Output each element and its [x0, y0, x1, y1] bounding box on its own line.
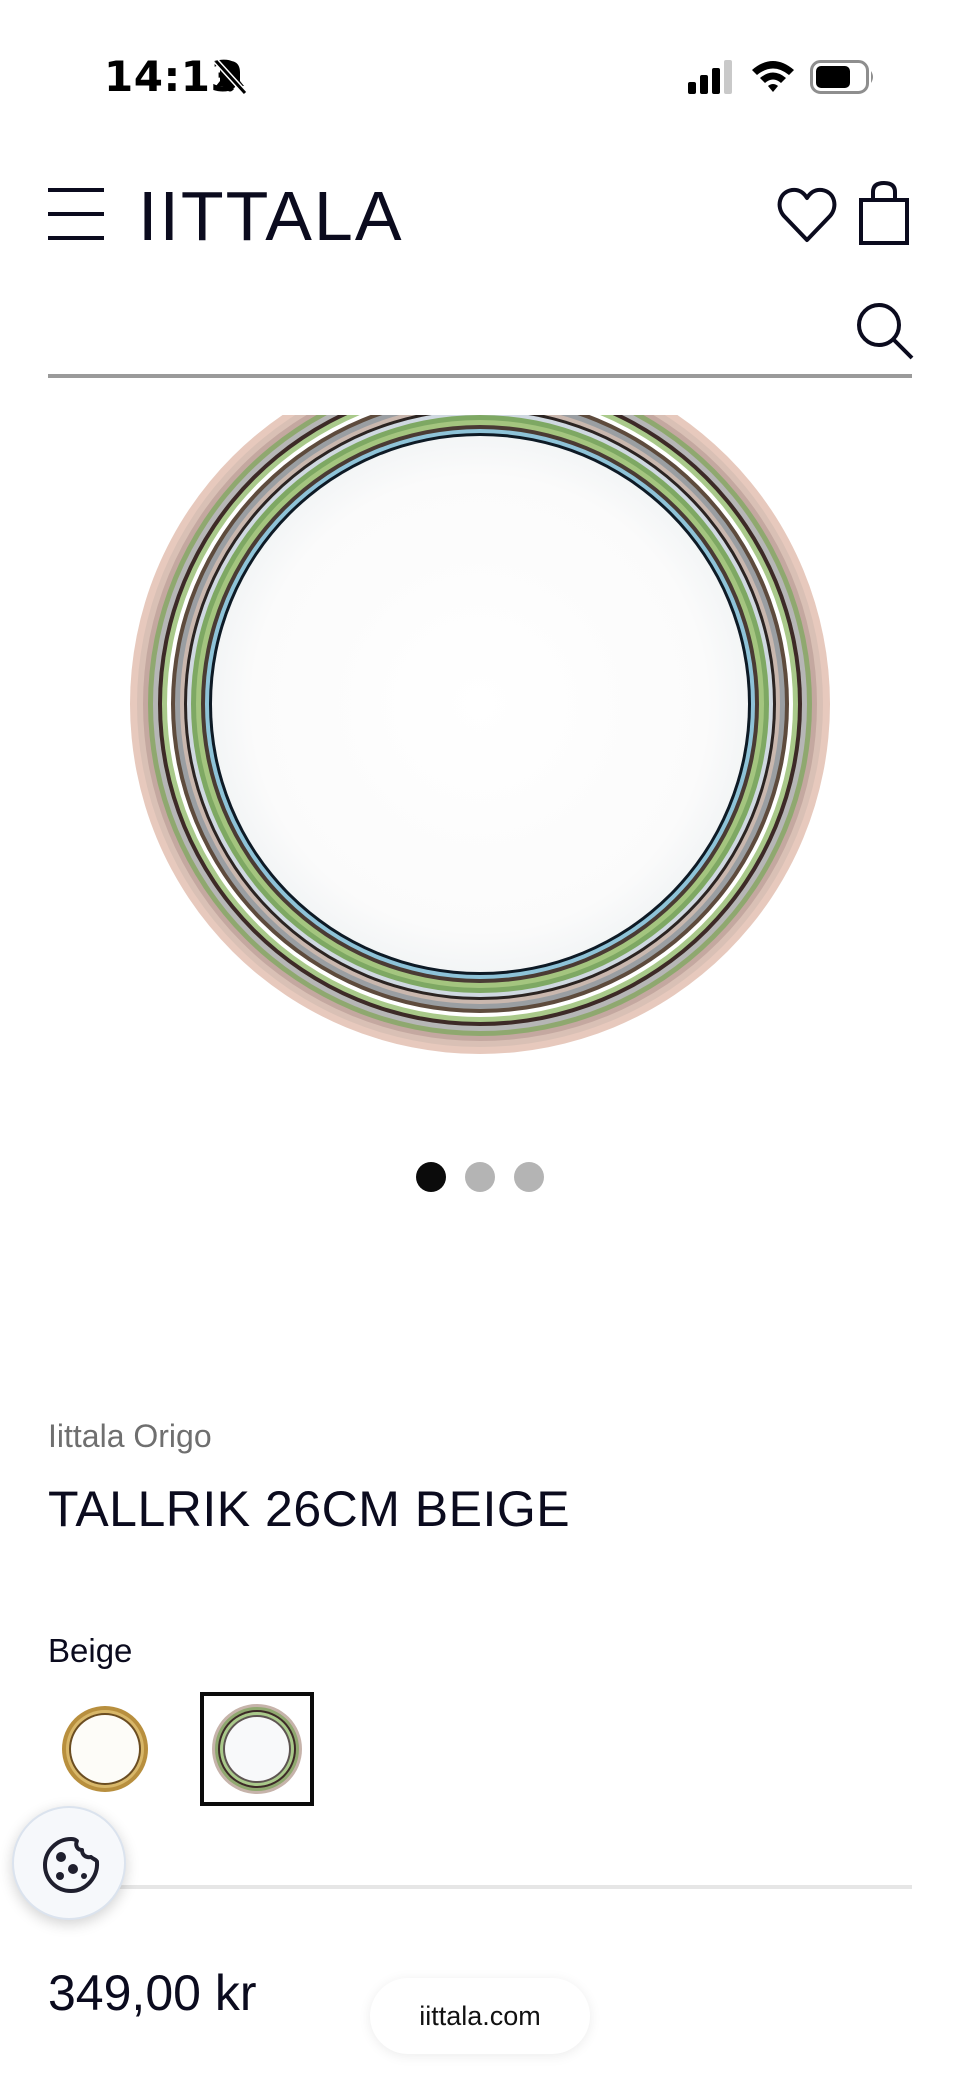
wifi-icon [752, 61, 794, 92]
swatch-plate-beige-image [212, 1704, 302, 1794]
cookie-settings-button[interactable] [12, 1806, 126, 1920]
cookie-icon [43, 1837, 100, 1893]
product-image [130, 415, 830, 1054]
heart-icon[interactable] [776, 186, 838, 244]
shopping-bag-icon[interactable] [858, 180, 910, 246]
status-bar: 14:13 [0, 0, 960, 140]
search-bar [48, 290, 914, 378]
search-input[interactable] [48, 290, 838, 370]
hamburger-menu-icon[interactable] [46, 186, 106, 242]
search-icon[interactable] [854, 300, 916, 362]
carousel-dot-1[interactable] [416, 1162, 446, 1192]
cellular-signal-icon [688, 60, 732, 94]
divider [48, 1885, 912, 1889]
browser-url-pill[interactable]: iittala.com [370, 1978, 590, 2054]
swatch-plate-gold-image [62, 1706, 148, 1792]
carousel-dots [416, 1162, 546, 1192]
brand-logo[interactable]: IITTALA [138, 178, 404, 254]
product-title: TALLRIK 26CM BEIGE [48, 1481, 571, 1537]
color-swatch-beige[interactable] [200, 1692, 314, 1806]
carousel-dot-2[interactable] [465, 1162, 495, 1192]
bell-slash-icon [213, 58, 248, 96]
product-price: 349,00 kr [48, 1965, 257, 2021]
selected-color-label: Beige [48, 1632, 133, 1669]
carousel-dot-3[interactable] [514, 1162, 544, 1192]
product-image-gallery[interactable] [0, 415, 960, 1075]
product-brand[interactable]: Iittala Origo [48, 1418, 212, 1455]
color-swatch-gold[interactable] [48, 1692, 162, 1806]
battery-icon [810, 60, 873, 94]
